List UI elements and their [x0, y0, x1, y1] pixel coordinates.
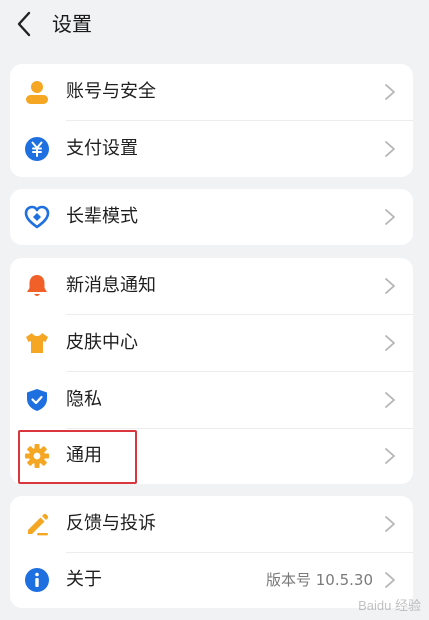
- row-feedback[interactable]: 反馈与投诉: [10, 496, 413, 552]
- bell-icon: [24, 273, 50, 299]
- row-label: 长辈模式: [66, 206, 138, 227]
- pencil-icon: [24, 511, 50, 537]
- row-elder-mode[interactable]: 长辈模式: [10, 189, 413, 245]
- info-icon: [24, 567, 50, 593]
- row-label: 反馈与投诉: [66, 513, 156, 534]
- row-label: 支付设置: [66, 138, 138, 159]
- row-label: 账号与安全: [66, 81, 156, 102]
- header: 设置: [0, 0, 429, 48]
- user-icon: [24, 79, 50, 105]
- row-label: 新消息通知: [66, 275, 156, 296]
- chevron-right-icon: [385, 335, 395, 351]
- row-notifications[interactable]: 新消息通知: [10, 258, 413, 314]
- settings-group-general: 新消息通知 皮肤中心 隐私 通用: [10, 258, 413, 484]
- chevron-right-icon: [385, 572, 395, 588]
- yuan-coin-icon: [24, 136, 50, 162]
- row-general[interactable]: 通用: [10, 428, 413, 484]
- settings-group-elder: 长辈模式: [10, 189, 413, 245]
- heart-shield-icon: [24, 204, 50, 230]
- row-label: 关于: [66, 569, 102, 590]
- settings-group-about: 反馈与投诉 关于 版本号 10.5.30: [10, 496, 413, 608]
- watermark: Baidu 经验: [358, 598, 421, 613]
- chevron-right-icon: [385, 278, 395, 294]
- chevron-right-icon: [385, 141, 395, 157]
- chevron-right-icon: [385, 516, 395, 532]
- gear-icon: [24, 443, 50, 469]
- chevron-right-icon: [385, 392, 395, 408]
- shield-check-icon: [24, 387, 50, 413]
- chevron-right-icon: [385, 84, 395, 100]
- chevron-left-icon: [17, 11, 31, 37]
- row-privacy[interactable]: 隐私: [10, 372, 413, 428]
- row-about[interactable]: 关于 版本号 10.5.30: [10, 552, 413, 608]
- version-value: 版本号 10.5.30: [265, 571, 373, 589]
- tshirt-icon: [24, 330, 50, 356]
- chevron-right-icon: [385, 448, 395, 464]
- page-title: 设置: [52, 12, 92, 36]
- back-button[interactable]: [12, 10, 36, 38]
- chevron-right-icon: [385, 209, 395, 225]
- settings-group-account: 账号与安全 支付设置: [10, 64, 413, 177]
- row-skin-center[interactable]: 皮肤中心: [10, 315, 413, 371]
- row-label: 通用: [66, 445, 102, 466]
- row-account-security[interactable]: 账号与安全: [10, 64, 413, 120]
- row-label: 皮肤中心: [66, 332, 138, 353]
- row-payment-settings[interactable]: 支付设置: [10, 121, 413, 177]
- row-label: 隐私: [66, 389, 102, 410]
